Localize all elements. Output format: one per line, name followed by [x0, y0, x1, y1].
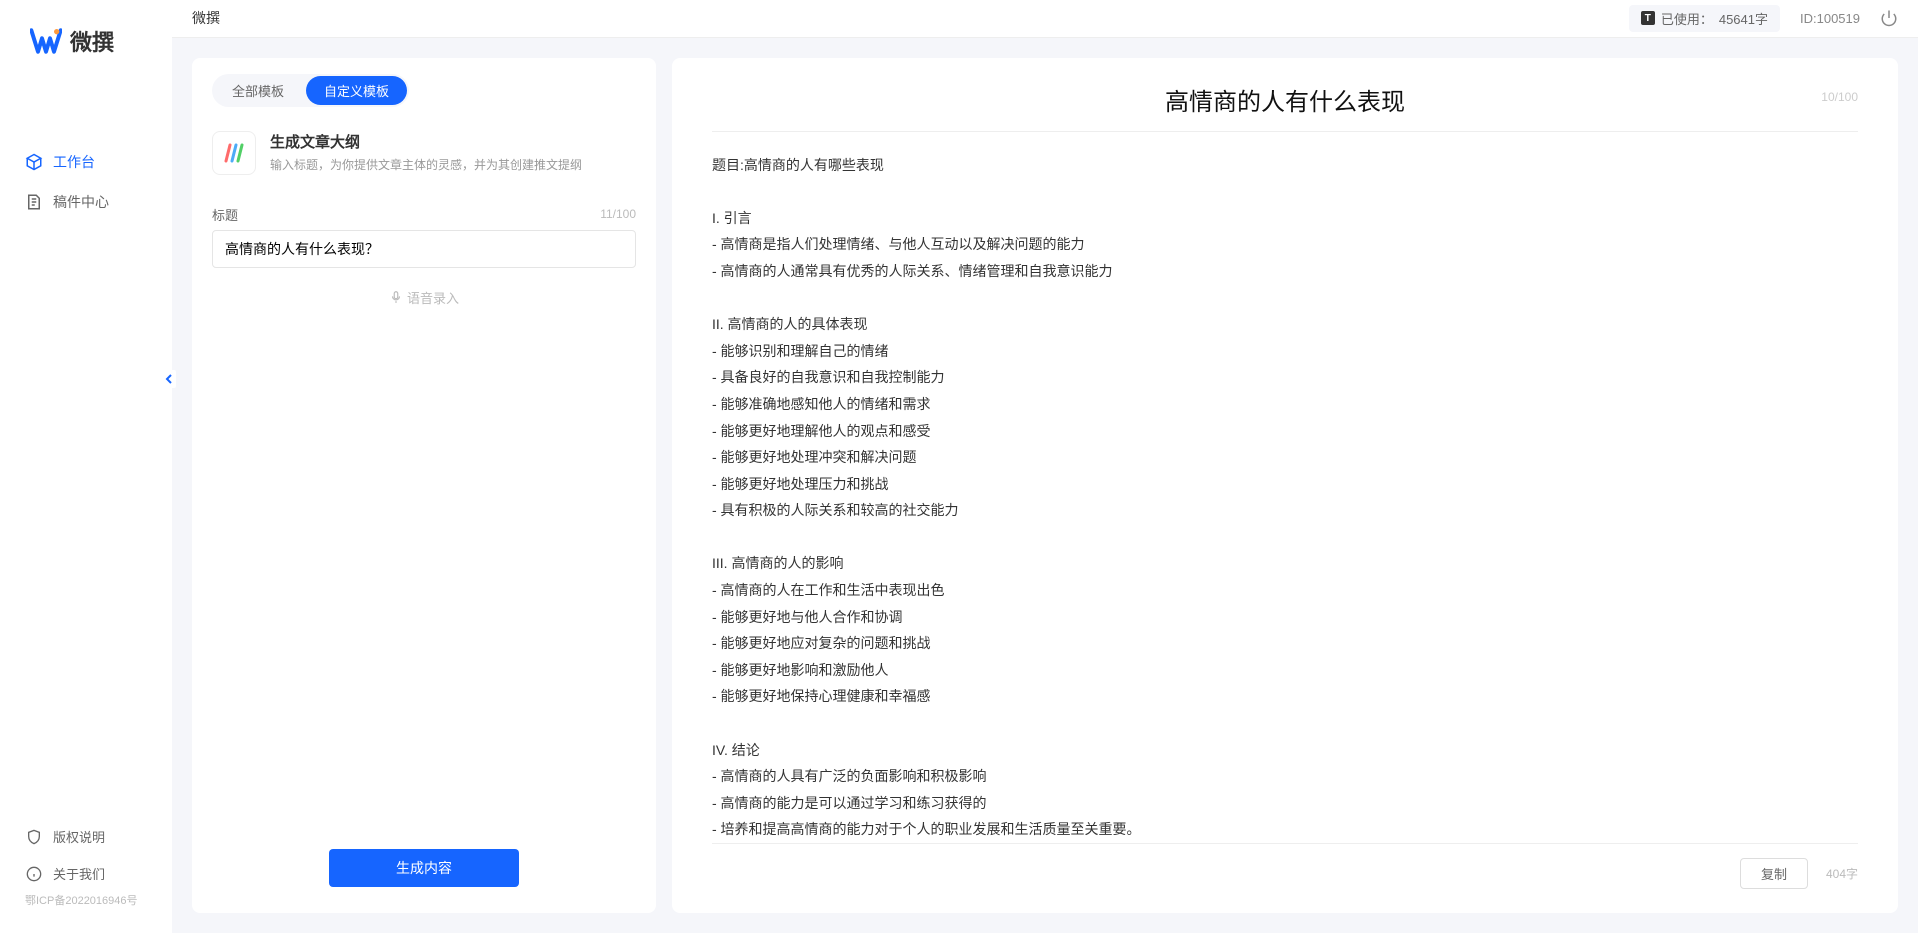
tab-all-templates[interactable]: 全部模板: [214, 76, 302, 105]
icp-text: 鄂ICP备2022016946号: [0, 892, 172, 918]
title-input[interactable]: [212, 230, 636, 268]
usage-badge: T 已使用： 45641字: [1629, 5, 1780, 32]
sidebar-item-label: 关于我们: [53, 864, 105, 883]
result-body[interactable]: 题目:高情商的人有哪些表现 I. 引言 - 高情商是指人们处理情绪、与他人互动以…: [712, 152, 1858, 843]
sidebar-bottom: 版权说明 关于我们 鄂ICP备2022016946号: [0, 818, 172, 933]
result-panel: 高情商的人有什么表现 10/100 题目:高情商的人有哪些表现 I. 引言 - …: [672, 58, 1898, 913]
divider: [712, 131, 1858, 132]
sidebar-item-copyright[interactable]: 版权说明: [0, 818, 172, 855]
logo-text: 微撰: [70, 25, 114, 57]
result-title: 高情商的人有什么表现: [712, 82, 1858, 117]
title-char-count: 11/100: [600, 207, 636, 221]
mic-icon: [389, 290, 403, 304]
generate-button[interactable]: 生成内容: [329, 849, 519, 887]
sidebar-collapse-handle[interactable]: [162, 370, 176, 388]
template-title: 生成文章大纲: [270, 131, 582, 152]
logo-icon: [30, 25, 62, 57]
usage-value: 45641字: [1719, 9, 1768, 28]
tab-custom-templates[interactable]: 自定义模板: [306, 76, 407, 105]
copy-button[interactable]: 复制: [1740, 858, 1808, 889]
word-count: 404字: [1826, 865, 1858, 882]
sidebar-item-label: 稿件中心: [53, 192, 109, 212]
voice-input-button[interactable]: 语音录入: [212, 288, 636, 307]
template-tabs: 全部模板 自定义模板: [212, 74, 409, 107]
info-icon: [25, 865, 43, 883]
breadcrumb: 微撰: [192, 8, 220, 28]
template-card: 生成文章大纲 输入标题，为你提供文章主体的灵感，并为其创建推文提纲: [212, 131, 636, 175]
cube-icon: [25, 153, 43, 171]
shield-icon: [25, 828, 43, 846]
result-counter: 10/100: [1821, 90, 1858, 104]
sidebar-item-workspace[interactable]: 工作台: [0, 142, 172, 182]
power-icon[interactable]: [1880, 9, 1898, 27]
template-panel: 全部模板 自定义模板 生成文章大纲 输入标题，为你提供文章主体的灵感，并为其创建…: [192, 58, 656, 913]
usage-label: 已使用：: [1661, 9, 1713, 28]
voice-input-label: 语音录入: [407, 288, 459, 307]
template-desc: 输入标题，为你提供文章主体的灵感，并为其创建推文提纲: [270, 156, 582, 173]
sidebar-item-label: 工作台: [53, 152, 95, 172]
template-icon: [212, 131, 256, 175]
sidebar-item-about[interactable]: 关于我们: [0, 855, 172, 892]
doc-icon: [25, 193, 43, 211]
sidebar: 微撰 工作台 稿件中心 版权说明 关于我们 鄂ICP备2022016946号: [0, 0, 172, 933]
logo: 微撰: [0, 0, 172, 72]
title-label: 标题: [212, 205, 238, 224]
user-id: ID:100519: [1800, 11, 1860, 26]
sidebar-nav: 工作台 稿件中心: [0, 72, 172, 818]
topbar: 微撰 T 已使用： 45641字 ID:100519: [172, 0, 1918, 38]
sidebar-item-label: 版权说明: [53, 827, 105, 846]
sidebar-item-drafts[interactable]: 稿件中心: [0, 182, 172, 222]
text-icon: T: [1641, 11, 1655, 25]
